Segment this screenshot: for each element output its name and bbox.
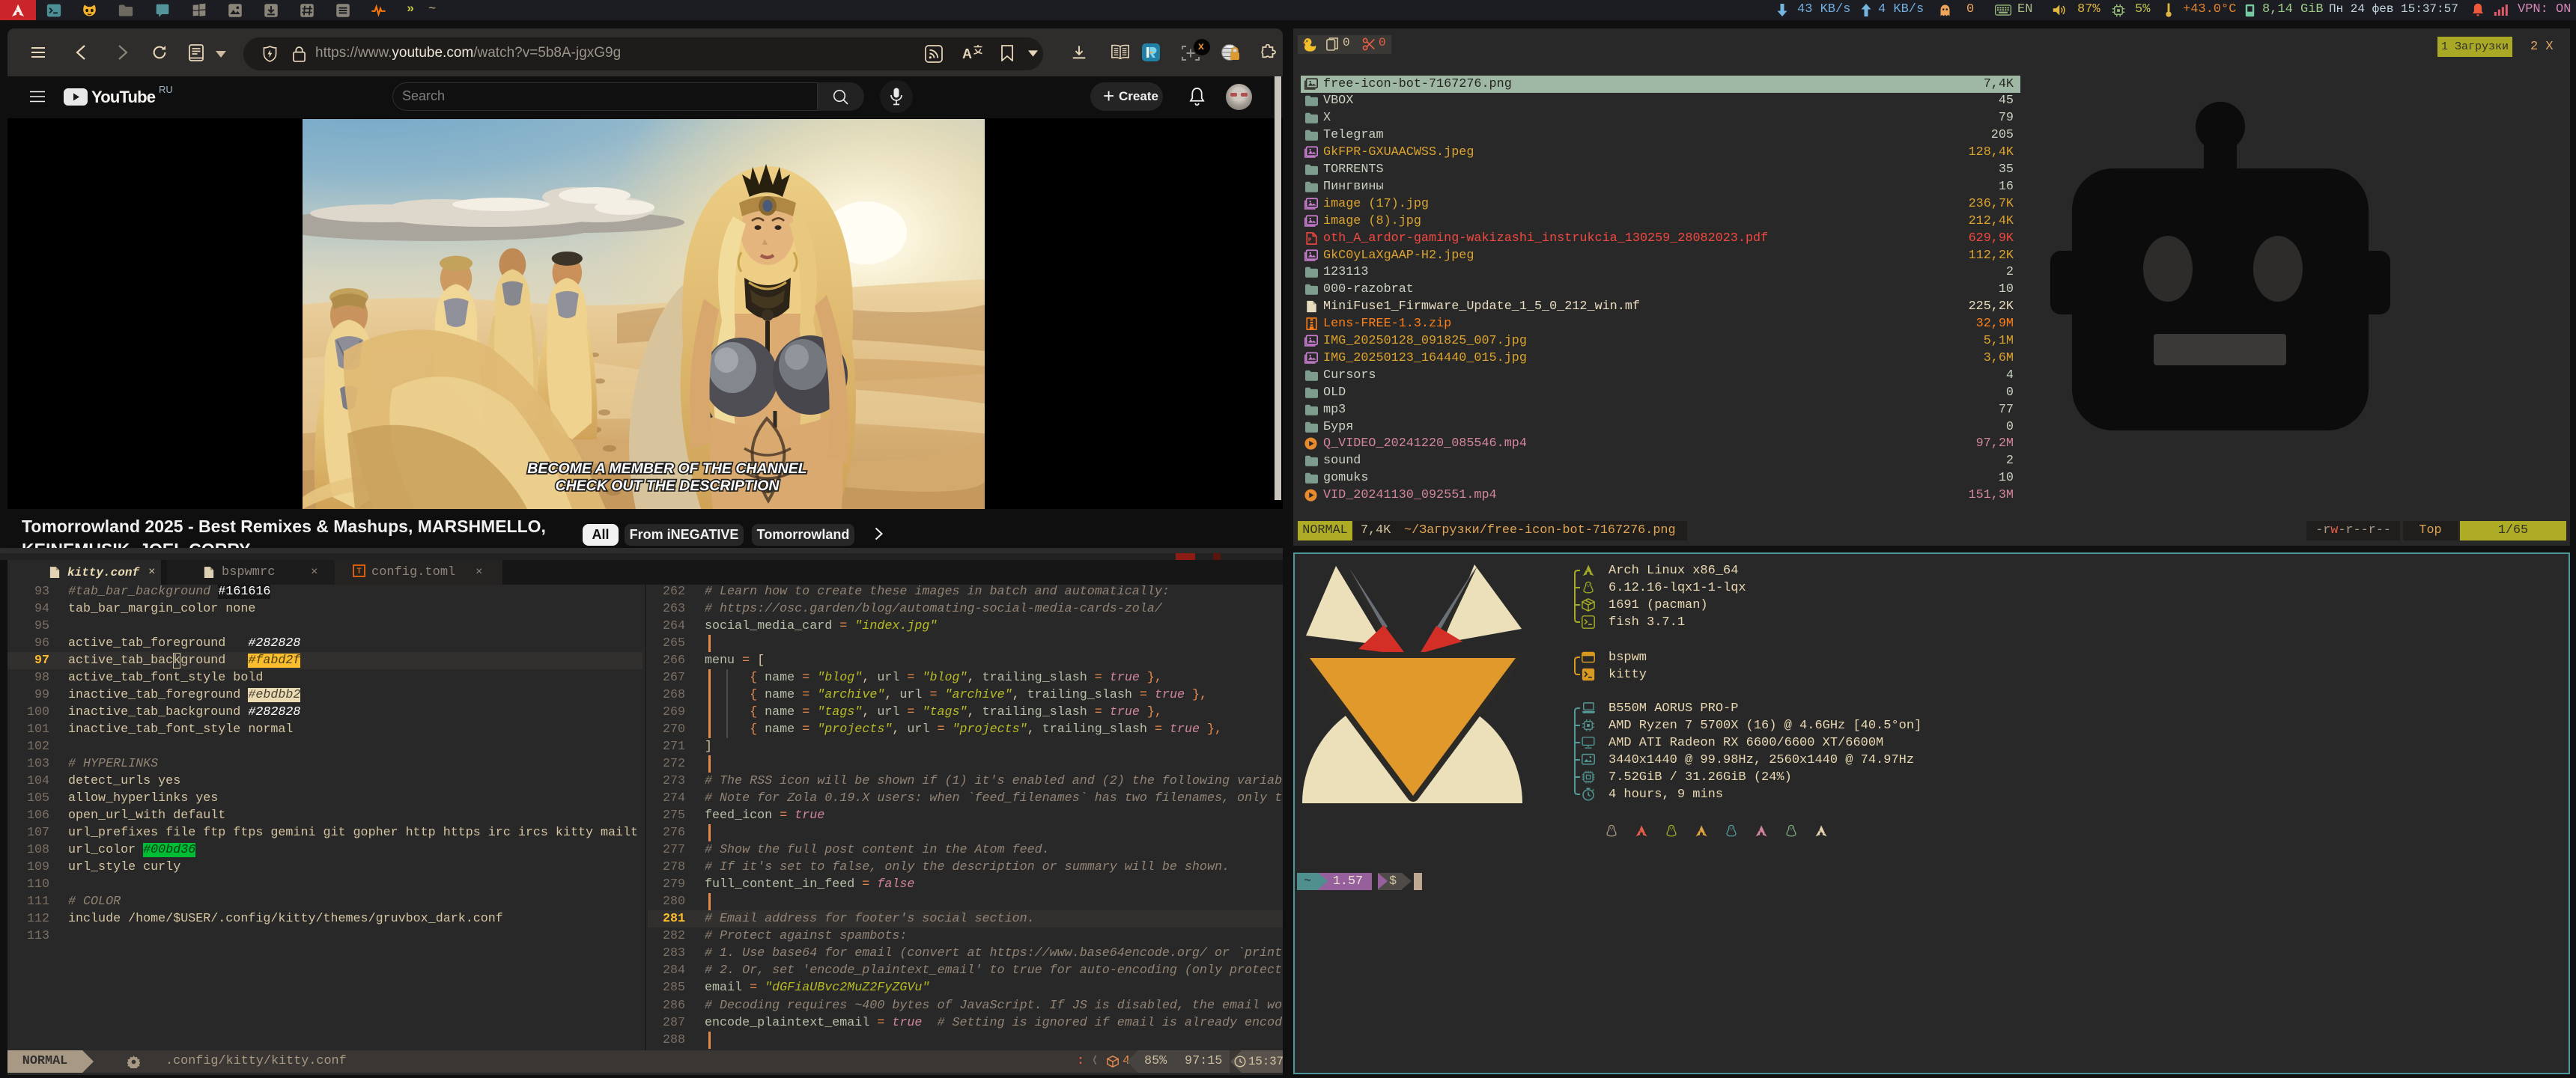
svg-text:P: P	[1308, 237, 1311, 243]
svg-text:CHECK OUT THE DESCRIPTION: CHECK OUT THE DESCRIPTION	[555, 478, 780, 494]
svg-text:BECOME A MEMBER OF THE CHANNEL: BECOME A MEMBER OF THE CHANNEL	[527, 460, 806, 477]
